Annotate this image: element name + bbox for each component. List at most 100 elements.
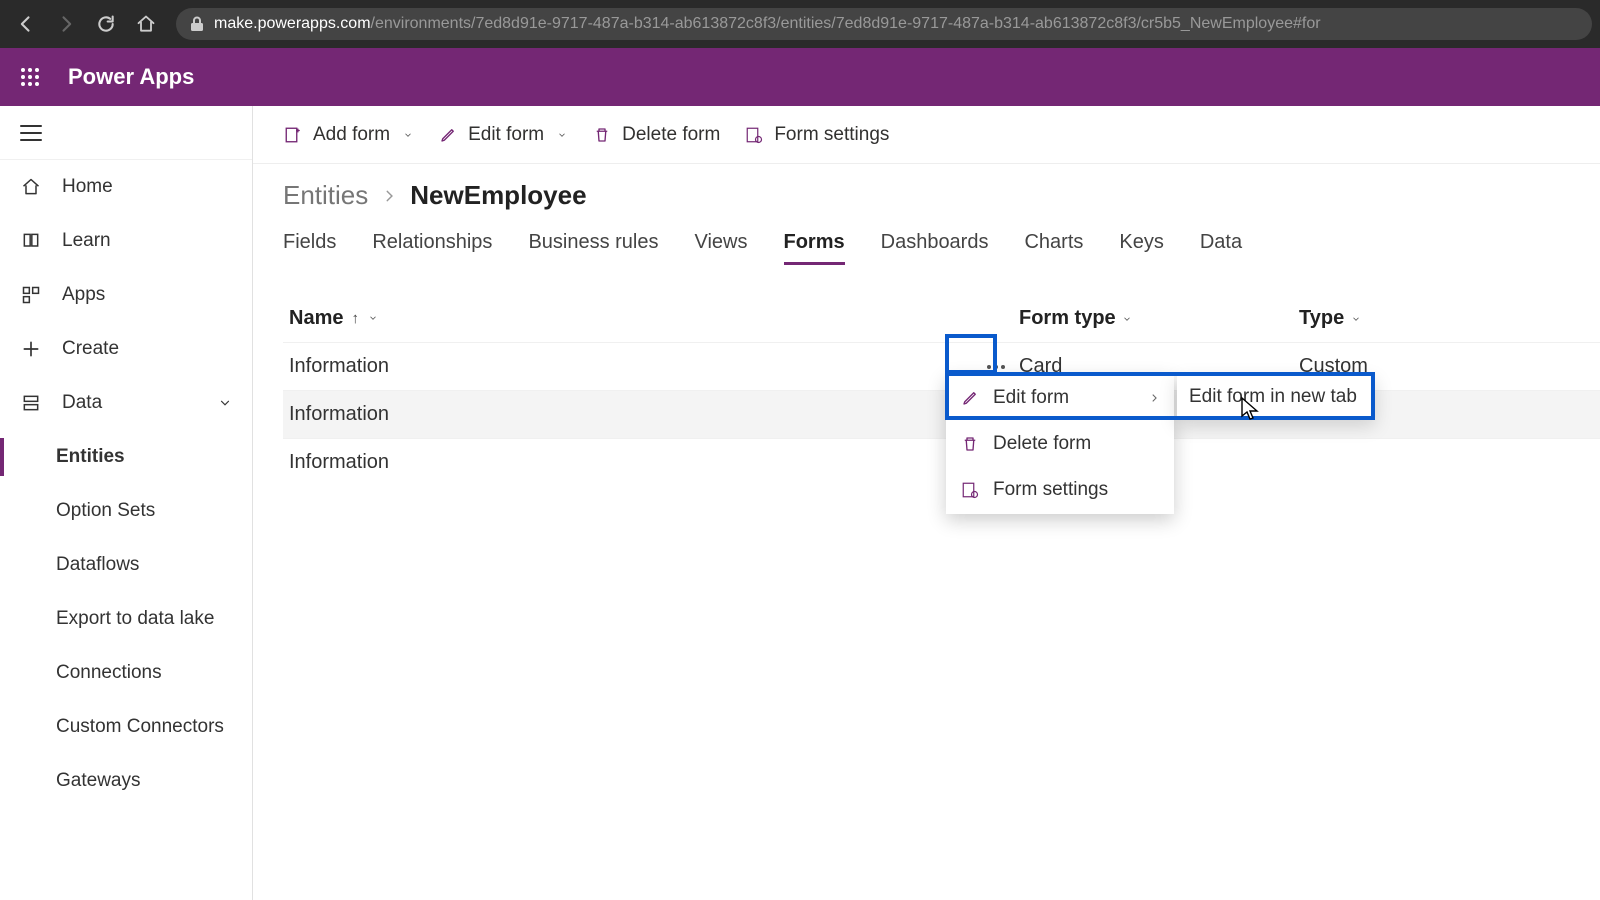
sidebar-item-dataflows[interactable]: Dataflows (0, 538, 252, 592)
sidebar-item-custom-connectors[interactable]: Custom Connectors (0, 700, 252, 754)
back-button[interactable] (8, 6, 44, 42)
form-settings-button[interactable]: Form settings (744, 124, 889, 146)
breadcrumb-parent[interactable]: Entities (283, 180, 368, 211)
forward-button[interactable] (48, 6, 84, 42)
delete-icon (592, 125, 612, 145)
column-name[interactable]: Name ↑ (283, 307, 973, 330)
sidebar-item-label: Export to data lake (56, 608, 214, 630)
sidebar-item-apps[interactable]: Apps (0, 268, 252, 322)
address-bar[interactable]: make.powerapps.com/environments/7ed8d91e… (176, 8, 1592, 40)
hamburger-button[interactable] (0, 106, 252, 160)
row-context-menu: Edit form Delete form Form settings (946, 374, 1174, 514)
browser-chrome: make.powerapps.com/environments/7ed8d91e… (0, 0, 1600, 48)
sidebar-item-label: Learn (62, 230, 111, 252)
delete-icon (961, 435, 979, 453)
sidebar-item-create[interactable]: Create (0, 322, 252, 376)
ctx-edit-form[interactable]: Edit form (947, 375, 1173, 421)
sidebar-item-label: Create (62, 338, 119, 360)
lock-icon (190, 16, 204, 32)
table-row[interactable]: Information (283, 438, 1600, 486)
sidebar-item-home[interactable]: Home (0, 160, 252, 214)
cmd-label: Form settings (774, 124, 889, 146)
app-title[interactable]: Power Apps (68, 64, 194, 90)
url-path: /environments/7ed8d91e-9717-487a-b314-ab… (371, 15, 1321, 33)
form-settings-icon (744, 125, 764, 145)
home-icon (20, 176, 42, 198)
sidebar-item-learn[interactable]: Learn (0, 214, 252, 268)
sidebar-item-label: Apps (62, 284, 105, 306)
cmd-label: Edit form (468, 124, 544, 146)
tab-relationships[interactable]: Relationships (372, 221, 492, 264)
chevron-down-icon (367, 313, 379, 323)
apps-icon (20, 284, 42, 306)
app-header: Power Apps (0, 48, 1600, 106)
chevron-down-icon (556, 130, 568, 140)
sidebar-item-label: Custom Connectors (56, 716, 224, 738)
edit-form-button[interactable]: Edit form (438, 124, 568, 146)
content-area: Add form Edit form Delete form Form sett… (253, 106, 1600, 900)
cell-name: Information (283, 403, 973, 426)
chevron-down-icon (402, 130, 414, 140)
home-button[interactable] (128, 6, 164, 42)
cmd-label: Add form (313, 124, 390, 146)
book-icon (20, 230, 42, 252)
ctx-label: Form settings (993, 479, 1108, 501)
column-form-type[interactable]: Form type (1019, 307, 1299, 330)
tab-dashboards[interactable]: Dashboards (881, 221, 989, 264)
edit-icon (438, 125, 458, 145)
sidebar-item-label: Option Sets (56, 500, 155, 522)
tab-data[interactable]: Data (1200, 221, 1242, 264)
ctx-label: Edit form (993, 387, 1069, 409)
sidebar-item-option-sets[interactable]: Option Sets (0, 484, 252, 538)
edit-icon (961, 389, 979, 407)
entity-tabs: Fields Relationships Business rules View… (253, 221, 1600, 264)
chevron-down-icon (218, 396, 232, 410)
sidebar-item-label: Data (62, 392, 102, 414)
ctx-label: Delete form (993, 433, 1091, 455)
command-bar: Add form Edit form Delete form Form sett… (253, 106, 1600, 164)
plus-icon (20, 338, 42, 360)
chevron-down-icon (1121, 311, 1133, 327)
sidebar-item-label: Connections (56, 662, 162, 684)
ctx-edit-form-submenu[interactable]: Edit form in new tab (1177, 374, 1375, 420)
sidebar: Home Learn Apps Create Data Entities Opt… (0, 106, 253, 900)
table-row[interactable]: Information Main Custom (283, 390, 1600, 438)
tab-keys[interactable]: Keys (1119, 221, 1163, 264)
sidebar-item-label: Entities (56, 446, 125, 468)
breadcrumb-current: NewEmployee (410, 180, 586, 211)
ctx-label: Edit form in new tab (1189, 386, 1357, 408)
data-icon (20, 392, 42, 414)
tab-business-rules[interactable]: Business rules (528, 221, 658, 264)
form-settings-icon (961, 481, 979, 499)
forms-table: Name ↑ Form type Type Information Card (253, 264, 1600, 486)
cmd-label: Delete form (622, 124, 720, 146)
sidebar-item-connections[interactable]: Connections (0, 646, 252, 700)
tab-views[interactable]: Views (695, 221, 748, 264)
ctx-delete-form[interactable]: Delete form (947, 421, 1173, 467)
cell-name: Information (283, 355, 973, 378)
row-menu-button[interactable] (973, 364, 1019, 370)
chevron-right-icon (1149, 392, 1159, 404)
sidebar-item-export-data-lake[interactable]: Export to data lake (0, 592, 252, 646)
delete-form-button[interactable]: Delete form (592, 124, 720, 146)
tab-forms[interactable]: Forms (784, 221, 845, 264)
breadcrumb: Entities NewEmployee (253, 164, 1600, 221)
url-domain: make.powerapps.com (214, 15, 371, 33)
tab-fields[interactable]: Fields (283, 221, 336, 264)
app-launcher-icon[interactable] (14, 61, 46, 93)
column-type[interactable]: Type (1299, 307, 1499, 330)
add-form-button[interactable]: Add form (283, 124, 414, 146)
sort-ascending-icon: ↑ (351, 310, 359, 327)
sidebar-item-data[interactable]: Data (0, 376, 252, 430)
tab-charts[interactable]: Charts (1024, 221, 1083, 264)
sidebar-item-gateways[interactable]: Gateways (0, 754, 252, 808)
ctx-form-settings[interactable]: Form settings (947, 467, 1173, 513)
sidebar-item-label: Home (62, 176, 113, 198)
chevron-down-icon (1350, 311, 1362, 327)
sidebar-item-label: Dataflows (56, 554, 139, 576)
table-row[interactable]: Information Card Custom (283, 342, 1600, 390)
sidebar-item-label: Gateways (56, 770, 140, 792)
sidebar-item-entities[interactable]: Entities (0, 430, 252, 484)
reload-button[interactable] (88, 6, 124, 42)
table-header: Name ↑ Form type Type (283, 294, 1600, 342)
